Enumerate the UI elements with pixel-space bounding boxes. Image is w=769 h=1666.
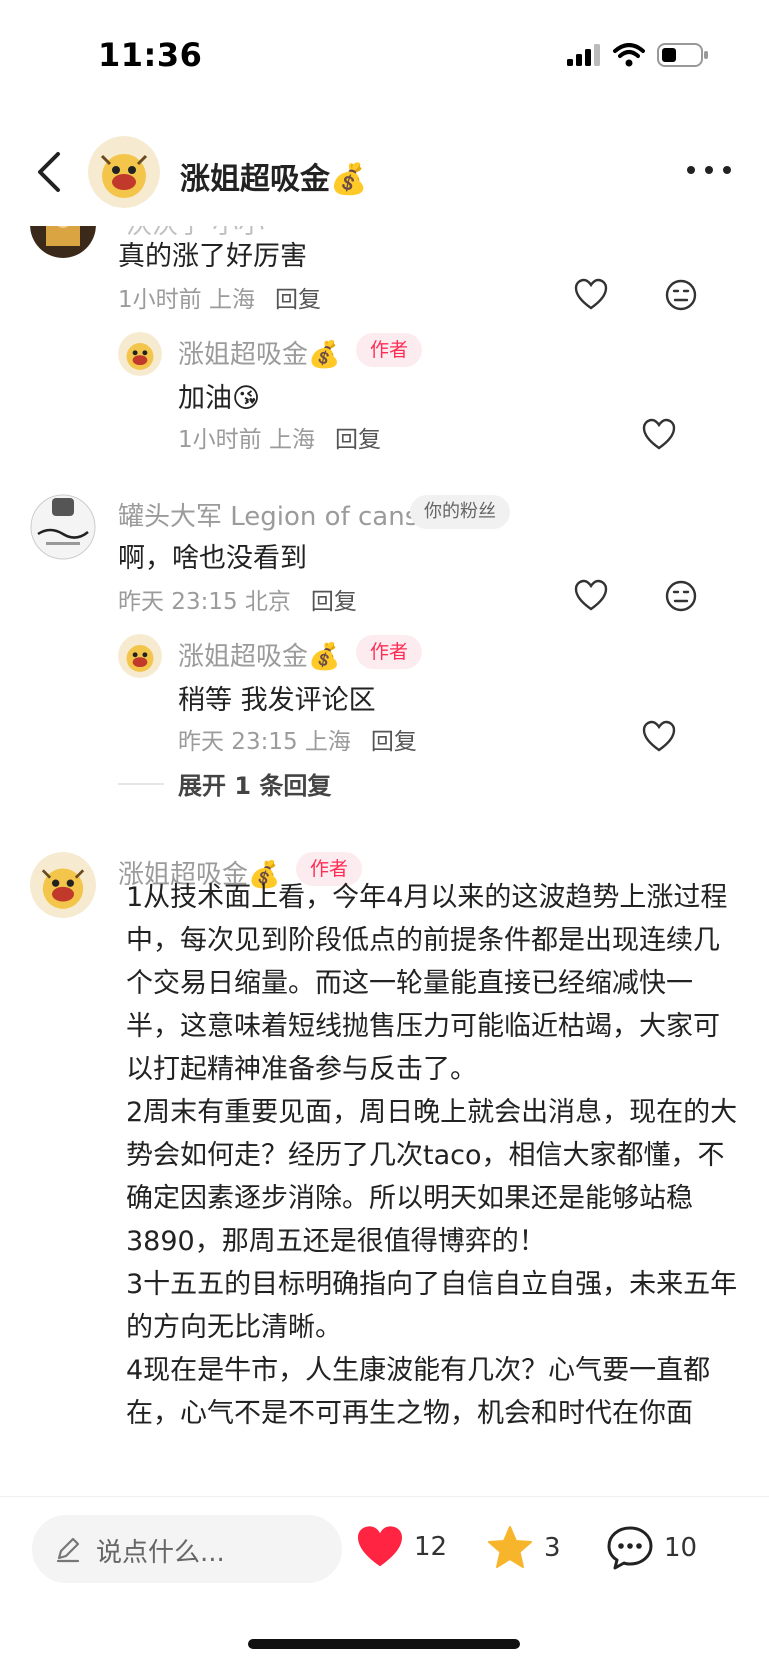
commenter-avatar[interactable]	[30, 494, 96, 560]
comment-meta: 1小时前 上海 回复	[118, 280, 321, 314]
header-title-text: 涨姐超吸金	[180, 162, 330, 197]
reply-author-avatar[interactable]	[118, 332, 162, 376]
reply-button[interactable]: 回复	[275, 287, 321, 313]
reply-author-name-text: 涨姐超吸金	[178, 642, 309, 672]
collect-count: 3	[544, 1533, 561, 1563]
reply-author-name-text: 涨姐超吸金	[178, 340, 309, 370]
collect-button[interactable]: 3	[486, 1525, 561, 1571]
reply-button[interactable]: 回复	[335, 427, 381, 453]
commenter-avatar[interactable]	[30, 226, 96, 258]
dislike-face-icon[interactable]	[664, 278, 698, 312]
like-heart-icon[interactable]	[574, 278, 608, 312]
status-time: 11:36	[98, 36, 203, 74]
comment-text: 真的涨了好厉害	[118, 241, 307, 272]
reply-author-avatar[interactable]	[118, 634, 162, 678]
reply-button[interactable]: 回复	[311, 589, 357, 615]
comment-count-button[interactable]: 10	[606, 1525, 697, 1571]
reply-author-name: 涨姐超吸金💰	[178, 334, 340, 371]
like-count: 12	[414, 1532, 448, 1562]
fan-badge: 你的粉丝	[410, 495, 510, 529]
comment-meta: 昨天 23:15 北京 回复	[118, 582, 357, 616]
header-title: 涨姐超吸金💰	[180, 154, 367, 198]
reply-button[interactable]: 回复	[371, 729, 417, 755]
battery-icon	[657, 43, 708, 67]
home-indicator[interactable]	[248, 1639, 520, 1649]
like-heart-icon[interactable]	[642, 720, 676, 754]
more-options-icon[interactable]	[685, 158, 733, 182]
like-heart-icon[interactable]	[642, 418, 676, 452]
dislike-face-icon[interactable]	[664, 579, 698, 613]
commenter-name: 罐头大军 Legion of cans	[118, 502, 419, 532]
money-bag-icon: 💰	[308, 340, 341, 370]
comment-time-location: 1小时前 上海	[118, 287, 255, 313]
comment-paragraph: 1从技术面上看，今年4月以来的这波趋势上涨过程中，每次见到阶段低点的前提条件都是…	[126, 882, 728, 1085]
comment-input[interactable]: 说点什么...	[32, 1515, 342, 1583]
reply-time-location: 1小时前 上海	[178, 427, 315, 453]
cellular-signal-icon	[567, 44, 600, 66]
money-bag-icon: 💰	[308, 642, 341, 672]
comment-text: 啊，啥也没看到	[118, 543, 307, 574]
back-icon[interactable]	[30, 148, 70, 196]
author-badge: 作者	[356, 333, 423, 367]
expand-replies-button[interactable]: 展开 1 条回复	[178, 766, 331, 801]
expand-divider	[118, 783, 164, 785]
reply-text-content: 加油	[178, 383, 232, 414]
money-bag-icon: 💰	[330, 162, 368, 197]
comment-count: 10	[664, 1533, 698, 1563]
nav-header: 涨姐超吸金💰	[0, 118, 769, 226]
reply-text: 稍等 我发评论区	[178, 685, 376, 716]
comment-paragraph: 4现在是牛市，人生康波能有几次？心气要一直都在，心气不是不可再生之物，机会和时代…	[126, 1355, 711, 1429]
reply-time-location: 昨天 23:15 上海	[178, 729, 351, 755]
comment-time-location: 昨天 23:15 北京	[118, 589, 291, 615]
long-comment-text: 1从技术面上看，今年4月以来的这波趋势上涨过程中，每次见到阶段低点的前提条件都是…	[126, 876, 746, 1435]
status-bar: 11:36	[0, 0, 769, 110]
author-avatar[interactable]	[88, 136, 160, 208]
reply-meta: 昨天 23:15 上海 回复	[178, 722, 417, 756]
star-filled-icon	[488, 1526, 532, 1568]
bottom-action-bar: 说点什么... 12 3 10	[0, 1496, 769, 1666]
status-icons	[567, 42, 709, 68]
comment-input-placeholder: 说点什么...	[96, 1538, 225, 1568]
reply-meta: 1小时前 上海 回复	[178, 420, 381, 454]
like-button[interactable]: 12	[356, 1525, 447, 1569]
author-badge: 作者	[356, 635, 423, 669]
reply-author-name: 涨姐超吸金💰	[178, 636, 340, 673]
comment-paragraph: 3十五五的目标明确指向了自信自立自强，未来五年的方向无比清晰。	[126, 1269, 738, 1343]
blush-emoji-icon: 😘	[232, 383, 261, 414]
heart-filled-icon	[358, 1526, 402, 1567]
wifi-icon	[613, 43, 645, 67]
comment-bubble-icon	[607, 1526, 653, 1570]
comment-list[interactable]: 沃沃子 小小 真的涨了好厉害 1小时前 上海回复 涨姐超吸金💰 作者 加油😘 1…	[0, 226, 769, 1496]
like-heart-icon[interactable]	[574, 579, 608, 613]
comment-paragraph: 2周末有重要见面，周日晚上就会出消息，现在的大势会如何走？经历了几次taco，相…	[126, 1097, 738, 1257]
author-avatar[interactable]	[30, 852, 96, 918]
reply-text: 加油😘	[178, 376, 260, 415]
pencil-icon	[56, 1537, 80, 1563]
